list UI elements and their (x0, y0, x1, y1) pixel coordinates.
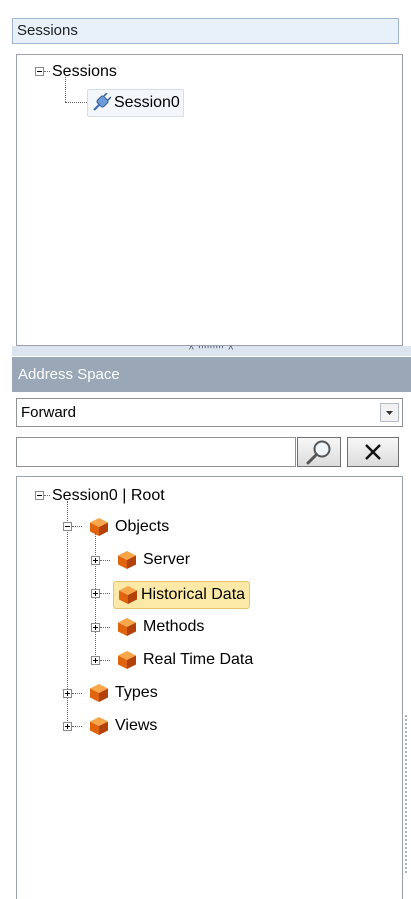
tree-node-views[interactable]: Views (89, 715, 160, 737)
direction-dropdown[interactable]: Forward (16, 398, 403, 427)
tree-node-objects[interactable]: Objects (89, 516, 172, 538)
orange-cube-icon (118, 551, 136, 569)
orange-cube-icon (90, 684, 108, 702)
collapse-sessions-icon[interactable] (35, 67, 44, 76)
orange-cube-icon (90, 518, 108, 536)
tree-node-sessions[interactable]: Sessions (49, 61, 120, 83)
search-button[interactable] (297, 437, 341, 467)
tree-node-label: Views (115, 717, 158, 734)
tree-node-label: Real Time Data (143, 651, 254, 668)
tree-node-methods[interactable]: Methods (117, 616, 207, 638)
tree-node-label: Sessions (52, 63, 117, 80)
expand-types-icon[interactable] (63, 689, 72, 698)
magnifier-icon (306, 440, 331, 465)
tree-node-label: Objects (115, 518, 170, 535)
orange-cube-icon (118, 651, 136, 669)
collapse-objects-icon[interactable] (63, 522, 72, 531)
tree-node-label: Methods (143, 618, 205, 635)
tree-node-label: Types (115, 684, 158, 701)
splitter-grip: ^ ''''''''' ^ (188, 345, 235, 356)
orange-cube-icon (119, 586, 137, 604)
address-space-tree[interactable]: Session0 | Root Objects Server Historica… (16, 476, 403, 899)
tree-node-label: Server (143, 551, 191, 568)
scroll-grip[interactable] (405, 715, 407, 875)
session-plug-icon (93, 93, 111, 111)
dropdown-value: Forward (21, 404, 77, 421)
tree-node-historical-data[interactable]: Historical Data (113, 581, 251, 609)
tree-node-server[interactable]: Server (117, 549, 193, 571)
sessions-panel-header: Sessions (12, 18, 399, 44)
tree-node-label: Historical Data (141, 586, 246, 603)
expand-views-icon[interactable] (63, 722, 72, 731)
orange-cube-icon (90, 717, 108, 735)
expand-server-icon[interactable] (91, 556, 100, 565)
address-space-header-label: Address Space (18, 366, 120, 383)
close-x-icon (365, 444, 381, 460)
session0-label: Session0 (114, 94, 180, 111)
sessions-tree[interactable]: Sessions Session0 (16, 54, 403, 346)
tree-node-session0[interactable]: Session0 (87, 89, 184, 117)
address-space-header: Address Space (12, 357, 411, 392)
orange-cube-icon (118, 618, 136, 636)
expand-methods-icon[interactable] (91, 623, 100, 632)
collapse-root-icon[interactable] (35, 491, 44, 500)
clear-button[interactable] (347, 437, 399, 467)
panel-splitter[interactable]: ^ ''''''''' ^ (12, 346, 411, 356)
sessions-header-label: Sessions (17, 22, 78, 39)
tree-node-real-time-data[interactable]: Real Time Data (117, 649, 256, 671)
expand-historical-data-icon[interactable] (91, 589, 100, 598)
expand-real-time-data-icon[interactable] (91, 656, 100, 665)
search-input[interactable] (16, 437, 296, 467)
chevron-down-icon[interactable] (380, 403, 399, 422)
tree-node-types[interactable]: Types (89, 682, 161, 704)
